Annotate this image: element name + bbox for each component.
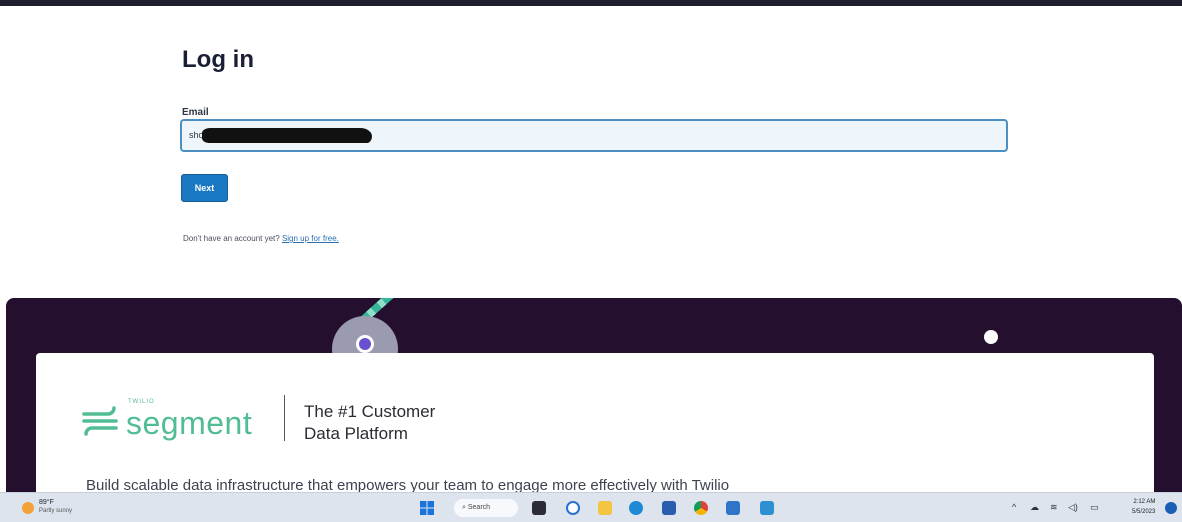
- no-account-text: Don't have an account yet?: [183, 234, 280, 243]
- chat-icon[interactable]: [566, 501, 580, 515]
- promo-card: TWILIO segment The #1 Customer Data Plat…: [36, 353, 1154, 492]
- decorative-white-dot: [984, 330, 998, 344]
- decorative-dot: [356, 335, 374, 353]
- chevron-up-icon[interactable]: ^: [1012, 502, 1016, 512]
- sun-icon: [22, 502, 34, 514]
- wifi-icon[interactable]: ≋: [1050, 502, 1058, 513]
- edge-icon[interactable]: [629, 501, 643, 515]
- weather-desc: Partly sunny: [39, 508, 73, 514]
- signup-prompt: Don't have an account yet? Sign up for f…: [183, 234, 339, 243]
- notification-icon[interactable]: [1165, 502, 1177, 514]
- mail-icon[interactable]: [726, 501, 740, 515]
- store-icon[interactable]: [662, 501, 676, 515]
- taskbar-search[interactable]: ⌕ Search: [454, 499, 518, 517]
- battery-icon[interactable]: ▭: [1090, 502, 1099, 513]
- next-button[interactable]: Next: [181, 174, 228, 202]
- signup-link[interactable]: Sign up for free.: [282, 234, 339, 243]
- tagline: The #1 Customer Data Platform: [304, 401, 435, 445]
- logo-divider: [284, 395, 285, 441]
- tagline-line-2: Data Platform: [304, 424, 408, 443]
- weather-temp: 89°F: [39, 499, 54, 506]
- promo-panel: TWILIO segment The #1 Customer Data Plat…: [6, 298, 1182, 492]
- windows-start-icon[interactable]: [420, 501, 434, 515]
- system-clock[interactable]: 2:12 AM 5/5/2023: [1132, 497, 1155, 517]
- login-section: Log in Email shob Next Don't have an acc…: [0, 6, 1182, 298]
- clock-date: 5/5/2023: [1132, 509, 1156, 515]
- windows-taskbar: 89°F Partly sunny ⌕ Search ^ ☁ ≋ ◁) ▭ 2:…: [0, 492, 1182, 522]
- tagline-line-1: The #1 Customer: [304, 402, 436, 421]
- segment-logo-icon: [82, 406, 118, 436]
- task-view-icon[interactable]: [532, 501, 546, 515]
- promo-body-text: Build scalable data infrastructure that …: [86, 477, 730, 492]
- file-explorer-icon[interactable]: [598, 501, 612, 515]
- email-field[interactable]: shob: [180, 119, 1008, 152]
- email-label: Email: [182, 107, 209, 118]
- shop-icon[interactable]: [760, 501, 774, 515]
- segment-wordmark: segment: [126, 405, 253, 441]
- clock-time: 2:12 AM: [1133, 499, 1156, 505]
- volume-icon[interactable]: ◁): [1068, 502, 1078, 513]
- page-title: Log in: [182, 46, 254, 73]
- redaction-mark: [202, 128, 372, 143]
- search-label: Search: [467, 504, 491, 511]
- chrome-icon[interactable]: [694, 501, 708, 515]
- cloud-icon[interactable]: ☁: [1030, 502, 1039, 513]
